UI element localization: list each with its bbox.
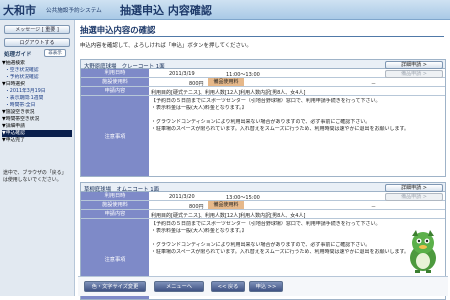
nav-step-item: ▼申込確認 xyxy=(2,130,72,137)
process-nav: ▼抽選検索・空き状況確認 ・予約状況確認 ▼日時選択・2011年3月19日 ・表示期間… xyxy=(2,60,72,144)
equipment-apply-button: 備品申請 > xyxy=(385,192,443,201)
content-row: 申請内容 利用目的[硬式テニス]、利用人数[12人]利用人数内訳[男8人、女4人… xyxy=(81,87,445,96)
facility-header: 草柳庭球場 オムニコート 1面 詳細申請 > xyxy=(81,183,445,193)
notes-line: ・グラウンドコンディションにより利用出来ない場合がありますので、必ず事前にご確認… xyxy=(151,119,371,125)
nav-step-item: ▼詳細申請 xyxy=(2,124,25,129)
guide-heading: 処理ガイド xyxy=(4,52,32,58)
equipment-fee: － xyxy=(371,80,377,87)
mascot-character-icon xyxy=(410,230,436,273)
notes-line: ・グラウンドコンディションにより利用出来ない場合がありますので、必ず事前にご確認… xyxy=(151,242,371,248)
usage-date-label: 利用日時 xyxy=(81,192,149,200)
content-label: 申請内容 xyxy=(81,87,149,95)
notes-line xyxy=(151,112,445,119)
nav-step-item: ・2011年3月19日 xyxy=(5,89,46,94)
facility-header: 大野原庭球場 クレーコート 1面 詳細申請 > xyxy=(81,60,445,70)
notes-line: ・駐車場のスペースが限られています。入れ替えをスムーズに行うため、利用時間は速や… xyxy=(151,249,410,255)
notes-row: 注意事項 【予約日の５日前までにスポーツセンター（引地台野球場）窓口で、利用申請… xyxy=(81,96,445,176)
usage-date: 2011/3/20 xyxy=(169,193,195,200)
menu-button[interactable]: メニューへ xyxy=(154,281,204,292)
content-label: 申請内容 xyxy=(81,210,149,218)
equipment-fee-label: 備品使用料 xyxy=(208,78,244,86)
logout-button[interactable]: ログアウトする xyxy=(4,38,70,47)
usage-time: 13:00～15:00 xyxy=(226,194,260,201)
system-name: 公共施設予約システム xyxy=(46,8,102,14)
application-content: 利用目的[硬式テニス]、利用人数[12人]利用人数内訳[男8人、女4人] xyxy=(151,89,306,96)
notes-line xyxy=(151,235,445,242)
nav-step-item: ▼日時選択 xyxy=(2,82,25,87)
facility-fee: 800円 xyxy=(189,80,204,87)
sidebar: メッセージ [ 重要 ] ログアウトする 処理ガイド 非表示 ▼抽選検索・空き状… xyxy=(0,20,75,296)
intro-text: 申込内容を確認して、よろしければ「申込」ボタンを押してください。 xyxy=(80,43,252,49)
nav-step-item: ▼時間帯空き状況 xyxy=(2,117,40,122)
nav-step-item: ・空き状況確認 xyxy=(5,68,39,73)
content-row: 申請内容 利用目的[硬式テニス]、利用人数[12人]利用人数内訳[男8人、女4人… xyxy=(81,210,445,219)
notes-label: 注意事項 xyxy=(81,96,149,176)
usage-date-row: 利用日時 2011/3/19 11:00～13:00 備品申請 > xyxy=(81,69,445,78)
nav-step-item: ▼施設空き状況 xyxy=(2,110,35,115)
notes-text: 【予約日の５日前までにスポーツセンター（引地台野球場）窓口で、利用申請手続きを行… xyxy=(151,221,445,256)
detail-apply-button[interactable]: 詳細申請 > xyxy=(385,60,443,69)
fee-row: 施設使用料 800円 備品使用料 － xyxy=(81,78,445,87)
notes-line: 【予約日の５日前までにスポーツセンター（引地台野球場）窓口で、利用申請手続きを行… xyxy=(151,98,381,104)
nav-step-item: ・表示期間:1週間 xyxy=(5,96,44,101)
main-content: 抽選申込内容の確認 申込内容を確認して、よろしければ「申込」ボタンを押してくださ… xyxy=(78,22,448,300)
message-button[interactable]: メッセージ [ 重要 ] xyxy=(4,25,70,34)
equipment-fee-label: 備品使用料 xyxy=(208,201,244,209)
browser-back-warning: 途中で、ブラウザの「戻る」は使用しないでください。 xyxy=(3,170,67,183)
guide-hide-button[interactable]: 非表示 xyxy=(44,49,66,57)
detail-apply-button[interactable]: 詳細申請 > xyxy=(385,183,443,192)
application-content: 利用目的[硬式テニス]、利用人数[12人]利用人数内訳[男8人、女4人] xyxy=(151,212,306,219)
nav-step-item: ・予約状況確認 xyxy=(5,75,39,80)
title-divider xyxy=(80,36,444,37)
usage-date: 2011/3/19 xyxy=(169,70,195,77)
notes-line: ・駐車場のスペースが限られています。入れ替えをスムーズに行うため、利用時間は速や… xyxy=(151,126,410,132)
process-guide: 処理ガイド 非表示 xyxy=(4,49,70,59)
city-name: 大和市 xyxy=(3,4,36,17)
back-button[interactable]: << 戻る xyxy=(211,281,245,292)
fee-label: 施設使用料 xyxy=(81,201,149,209)
nav-step-item: ▼抽選検索 xyxy=(2,61,25,66)
nav-step-item: ▼申込完了 xyxy=(2,138,25,143)
notes-line: 【予約日の５日前までにスポーツセンター（引地台野球場）窓口で、利用申請手続きを行… xyxy=(151,221,381,227)
usage-date-label: 利用日時 xyxy=(81,69,149,77)
app-header: 大和市 公共施設予約システム 抽選申込 内容確認 xyxy=(0,0,450,20)
reservation-card: 大野原庭球場 クレーコート 1面 詳細申請 > 利用日時 2011/3/19 1… xyxy=(80,59,446,177)
notes-line: ・表示料金は一般(大人)料金となります。】 xyxy=(151,228,247,234)
nav-step-item: ・時間帯:全日 xyxy=(5,103,36,108)
facility-fee: 800円 xyxy=(189,203,204,210)
footer-bar: 色・文字サイズ変更 メニューへ << 戻る 申込 >> xyxy=(78,276,448,296)
usage-date-row: 利用日時 2011/3/20 13:00～15:00 備品申請 > xyxy=(81,192,445,201)
equipment-fee: － xyxy=(371,203,377,210)
notes-text: 【予約日の５日前までにスポーツセンター（引地台野球場）窓口で、利用申請手続きを行… xyxy=(151,98,445,133)
usage-time: 11:00～13:00 xyxy=(226,71,260,78)
page-header-title: 抽選申込 内容確認 xyxy=(120,4,212,17)
fee-label: 施設使用料 xyxy=(81,78,149,86)
apply-button[interactable]: 申込 >> xyxy=(249,281,283,292)
notes-line: ・表示料金は一般(大人)料金となります。】 xyxy=(151,105,247,111)
fee-row: 施設使用料 800円 備品使用料 － xyxy=(81,201,445,210)
color-font-size-button[interactable]: 色・文字サイズ変更 xyxy=(84,281,146,292)
equipment-apply-button: 備品申請 > xyxy=(385,69,443,78)
page-title: 抽選申込内容の確認 xyxy=(80,25,156,35)
